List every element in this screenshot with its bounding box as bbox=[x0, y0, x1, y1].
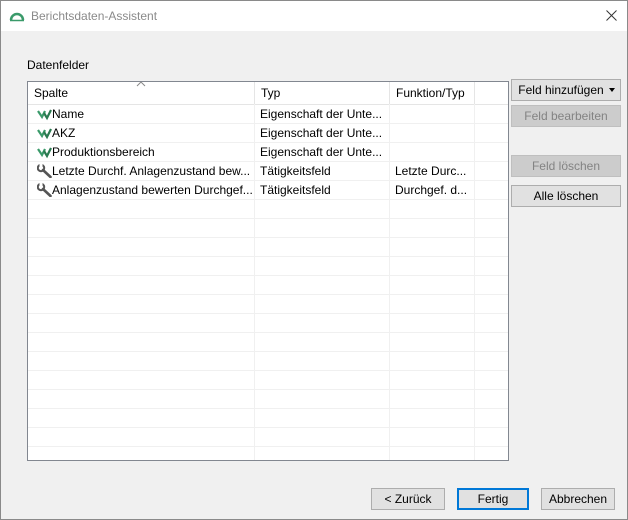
cell-spalte: AKZ bbox=[32, 124, 254, 142]
cell-spalte: Name bbox=[32, 105, 254, 123]
dropdown-arrow-icon bbox=[609, 88, 615, 92]
cell-typ: Tätigkeitsfeld bbox=[260, 164, 331, 178]
cancel-button[interactable]: Abbrechen bbox=[541, 488, 615, 510]
window-title: Berichtsdaten-Assistent bbox=[31, 9, 158, 23]
empty-table-row[interactable] bbox=[28, 333, 508, 352]
app-logo-icon bbox=[9, 12, 25, 22]
cell-funktion bbox=[395, 143, 475, 161]
table-row[interactable]: Letzte Durchf. Anlagenzustand bew... Täti… bbox=[28, 162, 508, 181]
empty-table-row[interactable] bbox=[28, 409, 508, 428]
data-fields-table[interactable]: Spalte Typ Funktion/Typ Name Eigenschaft … bbox=[27, 81, 509, 461]
finish-button[interactable]: Fertig bbox=[457, 488, 529, 510]
empty-table-row[interactable] bbox=[28, 314, 508, 333]
column-header-typ[interactable]: Typ bbox=[255, 82, 390, 104]
cell-funktion bbox=[395, 124, 475, 142]
table-header: Spalte Typ Funktion/Typ bbox=[28, 82, 508, 105]
empty-table-row[interactable] bbox=[28, 200, 508, 219]
cell-spalte: Produktionsbereich bbox=[32, 143, 254, 161]
cell-spalte-text: Letzte Durchf. Anlagenzustand bew... bbox=[52, 164, 251, 178]
wrench-icon bbox=[37, 164, 52, 178]
delete-field-button[interactable]: Feld löschen bbox=[511, 155, 621, 177]
edit-field-label: Feld bearbeiten bbox=[524, 109, 608, 123]
delete-field-label: Feld löschen bbox=[531, 159, 601, 173]
column-header-label: Funktion/Typ bbox=[396, 86, 465, 100]
column-header-funktion[interactable]: Funktion/Typ bbox=[390, 82, 475, 104]
property-icon bbox=[37, 109, 52, 121]
close-icon bbox=[606, 10, 617, 21]
empty-table-row[interactable] bbox=[28, 371, 508, 390]
cell-spalte: Anlagenzustand bewerten Durchgef... bbox=[32, 181, 254, 199]
title-bar: Berichtsdaten-Assistent bbox=[1, 1, 627, 31]
column-header-label: Spalte bbox=[34, 86, 69, 100]
empty-table-row[interactable] bbox=[28, 295, 508, 314]
empty-table-row[interactable] bbox=[28, 390, 508, 409]
cell-spalte-text: Anlagenzustand bewerten Durchgef... bbox=[52, 183, 253, 197]
empty-table-row[interactable] bbox=[28, 257, 508, 276]
empty-table-row[interactable] bbox=[28, 428, 508, 447]
empty-table-row[interactable] bbox=[28, 352, 508, 371]
property-icon bbox=[37, 128, 52, 140]
sort-ascending-icon bbox=[136, 82, 146, 87]
cell-typ: Eigenschaft der Unte... bbox=[260, 126, 383, 140]
table-row[interactable]: AKZ Eigenschaft der Unte... bbox=[28, 124, 508, 143]
delete-all-label: Alle löschen bbox=[533, 189, 599, 203]
empty-table-row[interactable] bbox=[28, 276, 508, 295]
table-row[interactable]: Name Eigenschaft der Unte... bbox=[28, 105, 508, 124]
cancel-label: Abbrechen bbox=[548, 492, 608, 506]
back-button[interactable]: < Zurück bbox=[371, 488, 445, 510]
edit-field-button[interactable]: Feld bearbeiten bbox=[511, 105, 621, 127]
dialog-window: Berichtsdaten-Assistent Datenfelder Spal… bbox=[0, 0, 628, 520]
column-header-spalte[interactable]: Spalte bbox=[28, 82, 255, 104]
add-field-button[interactable]: Feld hinzufügen bbox=[511, 79, 621, 101]
empty-table-row[interactable] bbox=[28, 238, 508, 257]
cell-spalte: Letzte Durchf. Anlagenzustand bew... bbox=[32, 162, 254, 180]
back-label: < Zurück bbox=[384, 492, 432, 506]
empty-table-row[interactable] bbox=[28, 447, 508, 460]
cell-typ: Eigenschaft der Unte... bbox=[260, 145, 383, 159]
empty-table-row[interactable] bbox=[28, 219, 508, 238]
add-field-label: Feld hinzufügen bbox=[518, 83, 604, 97]
cell-spalte-text: Name bbox=[52, 107, 85, 121]
cell-funktion: Letzte Durc... bbox=[395, 164, 467, 178]
cell-spalte-text: Produktionsbereich bbox=[52, 145, 155, 159]
cell-funktion bbox=[395, 105, 475, 123]
cell-funktion: Durchgef. d... bbox=[395, 183, 468, 197]
finish-label: Fertig bbox=[477, 492, 509, 506]
wrench-icon bbox=[37, 183, 52, 197]
property-icon bbox=[37, 147, 52, 159]
table-row[interactable]: Anlagenzustand bewerten Durchgef... Tätig… bbox=[28, 181, 508, 200]
table-row[interactable]: Produktionsbereich Eigenschaft der Unte..… bbox=[28, 143, 508, 162]
data-fields-label: Datenfelder bbox=[27, 58, 90, 72]
cell-spalte-text: AKZ bbox=[52, 126, 76, 140]
close-button[interactable] bbox=[597, 1, 627, 31]
cell-typ: Tätigkeitsfeld bbox=[260, 183, 331, 197]
column-header-label: Typ bbox=[261, 86, 281, 100]
delete-all-button[interactable]: Alle löschen bbox=[511, 185, 621, 207]
cell-typ: Eigenschaft der Unte... bbox=[260, 107, 383, 121]
